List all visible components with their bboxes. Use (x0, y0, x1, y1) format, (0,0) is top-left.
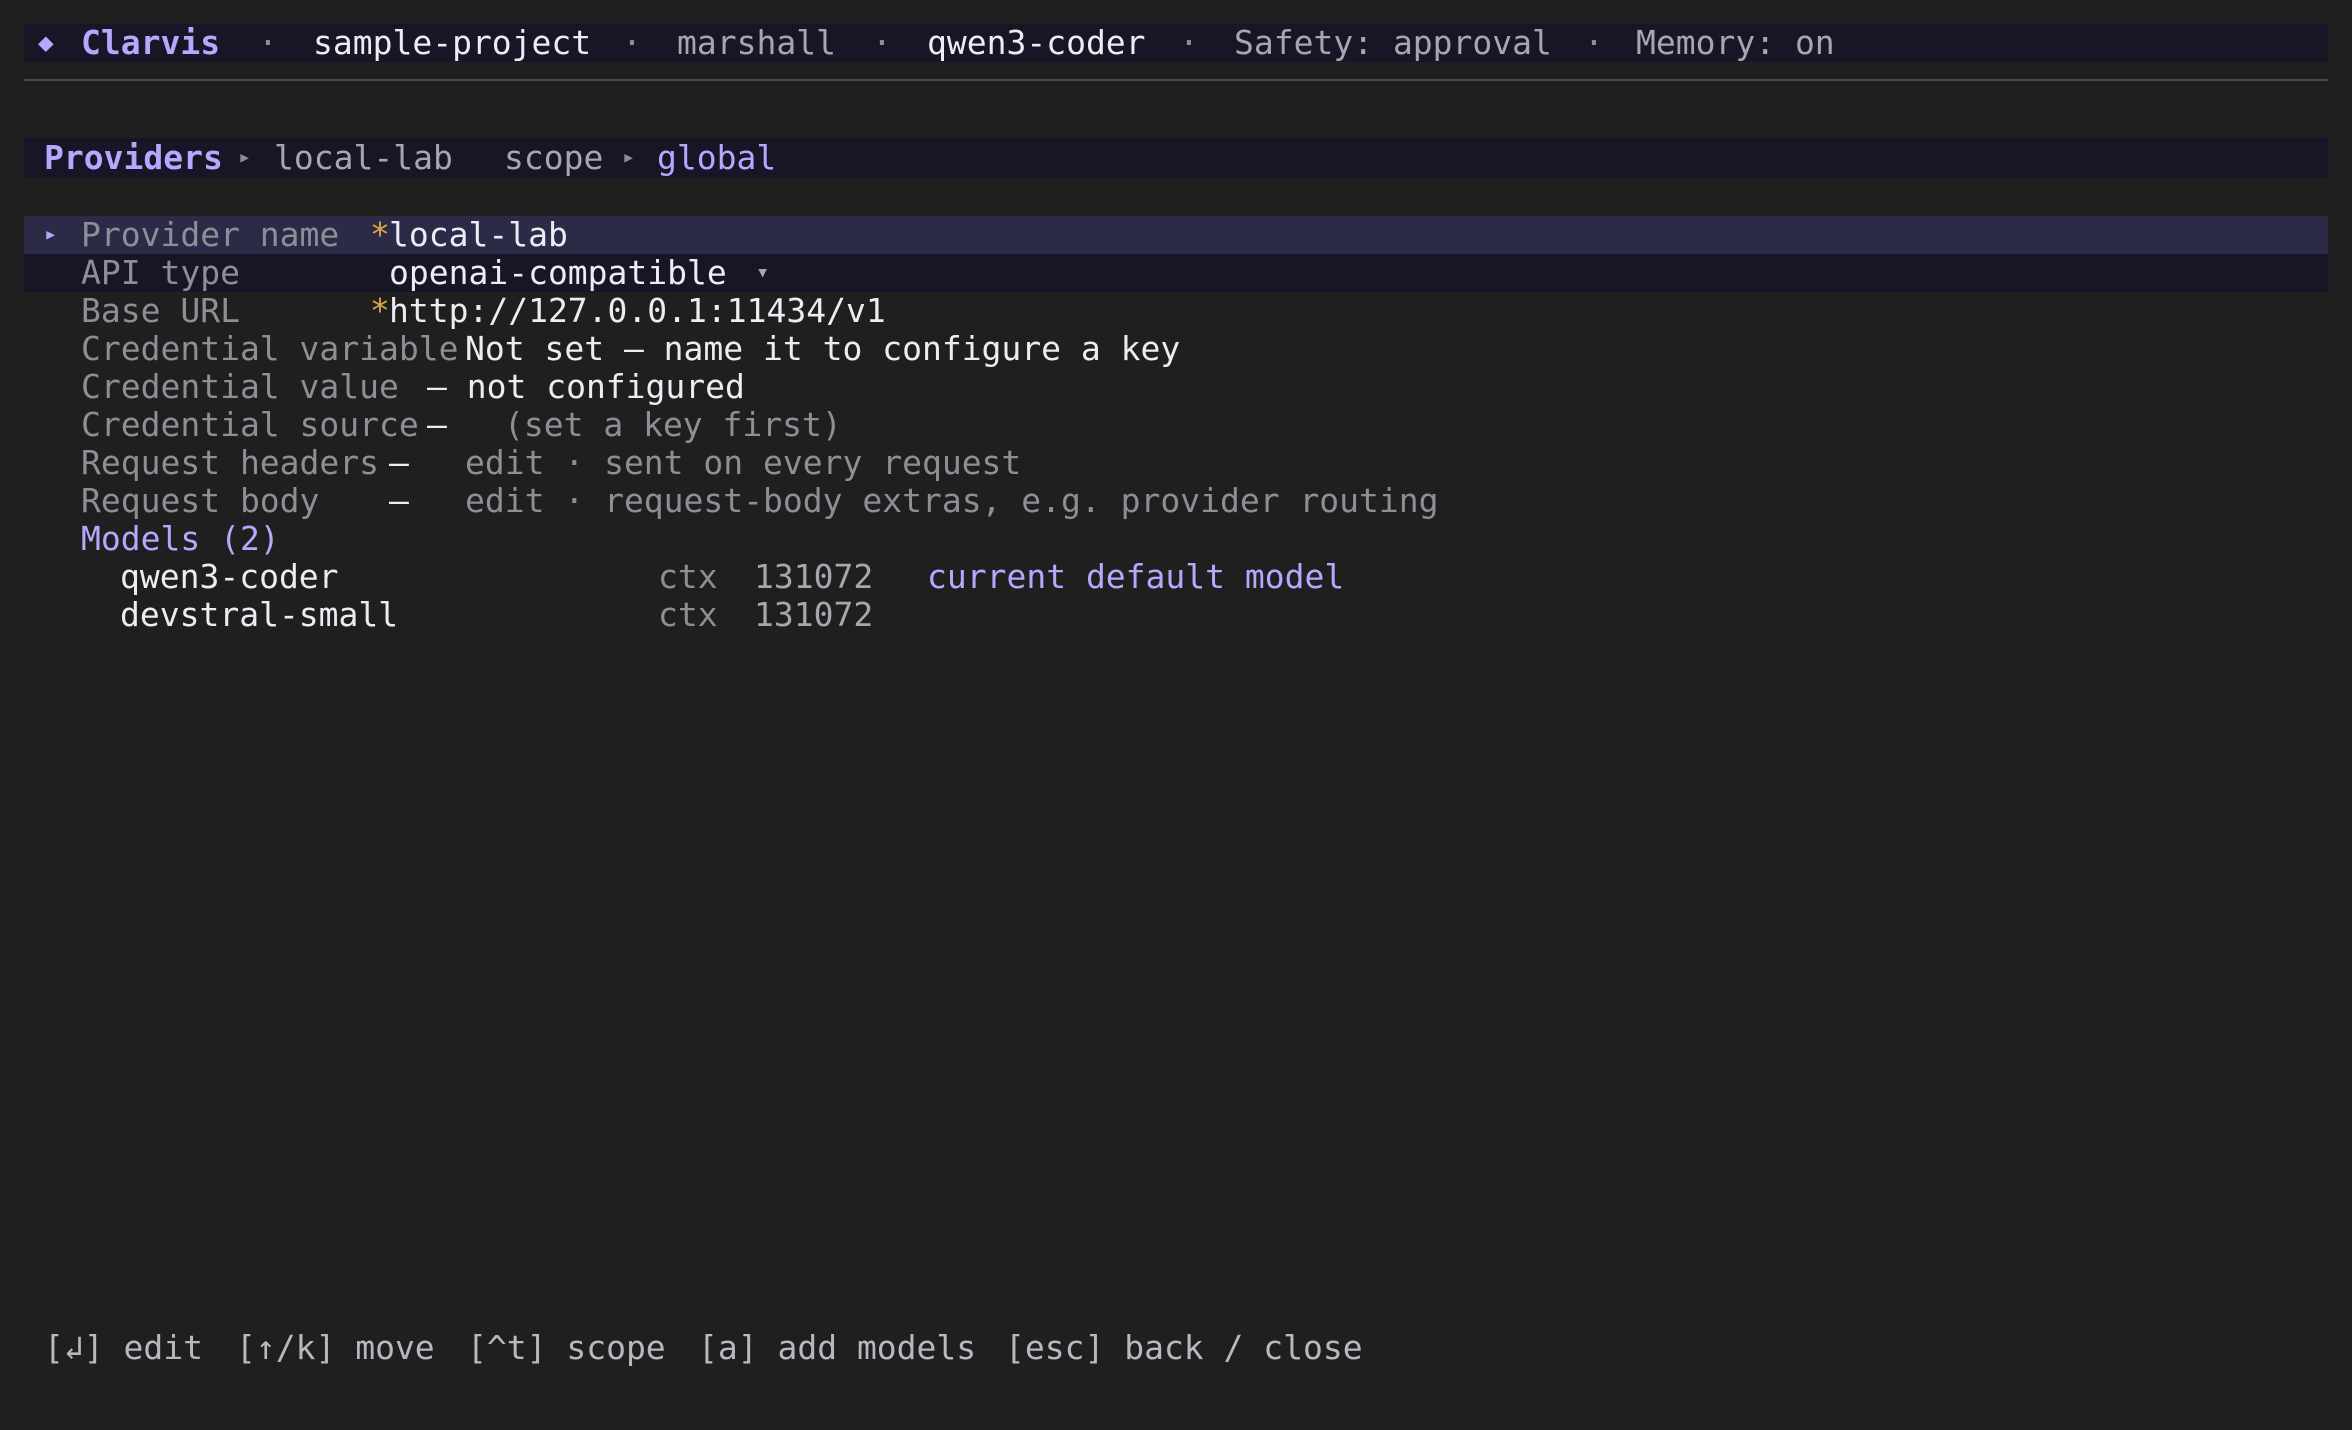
api-type-value[interactable]: openai-compatible (389, 254, 727, 292)
scope-label: scope (504, 138, 604, 177)
provider-name-value[interactable]: local-lab (389, 216, 568, 254)
ctx-value: 131072 (754, 557, 874, 596)
field-request-headers[interactable]: Request headers — edit · sent on every r… (24, 444, 2328, 482)
credential-source-value[interactable]: — (427, 406, 447, 444)
separator: · (1179, 23, 1199, 62)
field-credential-variable[interactable]: Credential variable Not set — name it to… (24, 330, 2328, 368)
field-provider-name[interactable]: ▸ Provider name * local-lab (24, 216, 2328, 254)
scope-arrow-icon: ▸ (622, 145, 636, 170)
breadcrumb-arrow-icon: ▸ (238, 145, 252, 170)
required-marker: * (370, 215, 390, 254)
field-label: Credential value (81, 367, 399, 406)
request-headers-hint: edit · sent on every request (465, 443, 1022, 482)
field-label: Base URL (81, 291, 240, 330)
field-credential-value[interactable]: Credential value — not configured (24, 368, 2328, 406)
field-label: API type (81, 253, 240, 292)
request-headers-value[interactable]: — (389, 444, 409, 482)
move-hint: [↑/k] move (236, 1328, 435, 1367)
ctx-label: ctx (658, 595, 718, 634)
credential-source-hint: (set a key first) (504, 405, 842, 444)
current-model: qwen3-coder (927, 23, 1146, 62)
back-close-hint: [esc] back / close (1005, 1328, 1363, 1367)
ctx-label: ctx (658, 557, 718, 596)
field-base-url[interactable]: Base URL * http://127.0.0.1:11434/v1 (24, 292, 2328, 330)
field-label: Request body (81, 481, 320, 520)
field-api-type[interactable]: API type openai-compatible ▾ (24, 254, 2328, 292)
field-credential-source[interactable]: Credential source — (set a key first) (24, 406, 2328, 444)
model-row[interactable]: qwen3-coder ctx 131072 current default m… (24, 558, 2328, 596)
breadcrumb: Providers ▸ local-lab scope ▸ global (24, 138, 2328, 178)
ctx-value: 131072 (754, 595, 874, 634)
scope-value[interactable]: global (657, 138, 776, 178)
default-model-badge: current default model (927, 557, 1345, 596)
separator: · (1584, 23, 1604, 62)
request-body-value[interactable]: — (389, 482, 409, 520)
required-marker: * (370, 291, 390, 330)
cursor-icon: ▸ (44, 222, 58, 247)
diamond-icon: ◆ (38, 28, 54, 58)
safety-mode: Safety: approval (1234, 23, 1552, 62)
credential-variable-value[interactable]: Not set — name it to configure a key (465, 330, 1180, 368)
scope-hint: [^t] scope (467, 1328, 666, 1367)
field-label: Request headers (81, 443, 380, 482)
field-label: Credential source (81, 405, 419, 444)
models-heading-row: Models (2) (24, 520, 2328, 558)
separator: · (622, 23, 642, 62)
app-title: Clarvis (81, 23, 221, 62)
field-request-body[interactable]: Request body — edit · request-body extra… (24, 482, 2328, 520)
add-models-hint: [a] add models (698, 1328, 977, 1367)
base-url-value[interactable]: http://127.0.0.1:11434/v1 (389, 292, 886, 330)
model-row[interactable]: devstral-small ctx 131072 (24, 596, 2328, 634)
separator: · (872, 23, 892, 62)
model-name: devstral-small (120, 595, 399, 634)
project-name: sample-project (313, 23, 592, 62)
separator: · (258, 23, 278, 62)
field-label: Provider name (81, 215, 340, 254)
models-heading: Models (2) (81, 519, 280, 558)
model-name: qwen3-coder (120, 557, 339, 596)
field-label: Credential variable (81, 329, 459, 368)
breadcrumb-provider: local-lab (274, 138, 453, 177)
breadcrumb-section: Providers (44, 138, 223, 177)
user-name: marshall (677, 23, 836, 62)
status-bar: ◆ Clarvis · sample-project · marshall · … (24, 24, 2328, 62)
credential-value-status[interactable]: — not configured (427, 368, 745, 406)
header-divider (24, 79, 2328, 81)
chevron-down-icon[interactable]: ▾ (756, 254, 769, 292)
memory-status: Memory: on (1636, 23, 1835, 62)
request-body-hint: edit · request-body extras, e.g. provide… (465, 481, 1439, 520)
edit-hint: [↲] edit (44, 1328, 203, 1367)
